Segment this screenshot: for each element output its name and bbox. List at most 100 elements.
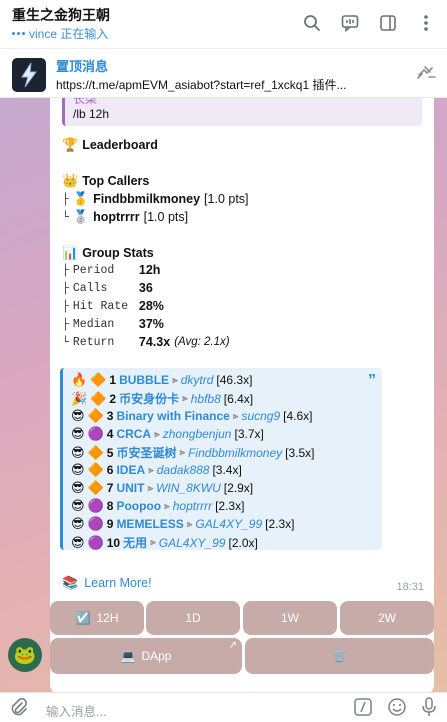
stat-row: ├ Hit Rate 28% [62, 299, 164, 313]
rank-emoji-icon: 🎉 [71, 390, 88, 406]
token-link[interactable]: 无用 [123, 534, 147, 551]
multiplier: [2.3x] [265, 517, 295, 531]
silver-medal-icon: 🥈 [72, 209, 90, 224]
paperclip-icon[interactable] [10, 697, 28, 722]
token-link[interactable]: UNIT [116, 481, 144, 495]
diamond-icon: 🟣 [87, 516, 104, 531]
pinned-text: https://t.me/apmEVM_asiabot?start=ref_1x… [56, 78, 347, 92]
chat-header: 重生之金狗王朝 vince 正在输入 [0, 0, 447, 48]
unpin-icon[interactable] [415, 63, 437, 86]
leaderboard-row: 😎 🔶 7 UNIT ⫸ WIN_8KWU [2.9x] [71, 480, 253, 496]
stat-row: └ Return 74.3x (Avg: 2.1x) [62, 335, 230, 349]
diamond-icon: 🔶 [90, 390, 107, 406]
diamond-icon: 🟣 [87, 534, 104, 550]
separator-icon: ⫸ [148, 464, 154, 476]
search-icon[interactable] [299, 10, 325, 36]
chat-icon[interactable] [337, 10, 363, 36]
quote-text: /lb 12h [73, 107, 110, 121]
commands-icon[interactable] [353, 697, 373, 722]
caller-username[interactable]: Findbbmilkmoney [188, 446, 282, 460]
chat-title[interactable]: 重生之金狗王朝 [12, 5, 110, 25]
period-button-2w[interactable]: 2W [340, 601, 434, 635]
caller-username[interactable]: WIN_8KWU [156, 481, 221, 495]
stat-label: Calls [72, 281, 108, 295]
rank-number: 1 [109, 373, 117, 387]
caller-username[interactable]: hbfb8 [191, 392, 221, 406]
stat-value: 12h [138, 263, 161, 277]
caller-username[interactable]: zhongbenjun [163, 427, 232, 441]
avatar[interactable]: 🐸 [8, 638, 42, 672]
token-link[interactable]: 币安身份卡 [119, 390, 179, 407]
multiplier: [2.3x] [215, 499, 245, 513]
more-icon[interactable] [413, 10, 439, 36]
sidebar-icon[interactable] [375, 10, 401, 36]
rank-emoji-icon: 😎 [71, 426, 85, 441]
leaderboard-row: 😎 🔶 3 Binary with Finance ⫸ sucng9 [4.6x] [71, 408, 313, 424]
caller-username[interactable]: dkytrd [181, 373, 214, 387]
typing-dots-icon [12, 32, 25, 35]
rank-emoji-icon: 😎 [71, 516, 85, 531]
diamond-icon: 🟣 [87, 426, 104, 441]
top-callers-heading: 👑 Top Callers [62, 173, 150, 188]
dapp-button[interactable]: 💻 DApp ↗ [50, 638, 242, 674]
leaderboard-row: 🔥 🔶 1 BUBBLE ⫸ dkytrd [46.3x] [71, 372, 252, 388]
stat-label: Hit Rate [72, 299, 129, 313]
caller-username[interactable]: GAL4XY_99 [159, 536, 226, 550]
leaderboard-row: 😎 🟣 9 MEMELESS ⫸ GAL4XY_99 [2.3x] [71, 516, 295, 532]
leaderboard-row: 😎 🔶 5 币安圣诞树 ⫸ Findbbmilkmoney [3.5x] [71, 444, 315, 461]
separator-icon: ⫸ [147, 482, 154, 494]
quote-icon: ” [368, 372, 376, 389]
leaderboard-quote-block: ” 🔥 🔶 1 BUBBLE ⫸ dkytrd [46.3x] 🎉 🔶 2 币安身份卡 ⫸ hbfb8[… [60, 368, 382, 550]
rank-number: 7 [106, 481, 114, 495]
rank-number: 5 [106, 445, 114, 460]
leaderboard-heading: 🏆 Leaderboard [62, 137, 158, 152]
emoji-icon[interactable] [387, 697, 407, 722]
multiplier: [3.7x] [234, 427, 264, 441]
rank-emoji-icon: 🔥 [71, 372, 88, 387]
stat-label: Median [72, 317, 115, 331]
token-link[interactable]: BUBBLE [119, 373, 169, 387]
multiplier: [6.4x] [223, 391, 254, 406]
period-button-1w[interactable]: 1W [243, 601, 337, 635]
token-link[interactable]: 币安圣诞树 [116, 444, 176, 461]
rank-number: 8 [106, 499, 114, 513]
books-icon: 📚 [62, 575, 79, 590]
diamond-icon: 🔶 [87, 444, 104, 460]
token-link[interactable]: CRCA [116, 427, 151, 441]
token-link[interactable]: Binary with Finance [116, 409, 229, 423]
token-link[interactable]: IDEA [116, 463, 145, 477]
leaderboard-row: 🎉 🔶 2 币安身份卡 ⫸ hbfb8 [6.4x] [71, 390, 253, 407]
typing-status: vince 正在输入 [12, 25, 108, 42]
caller-username[interactable]: dadak888 [157, 463, 210, 477]
reply-quote[interactable]: 长柒 /lb 12h [62, 98, 422, 126]
period-button-1d[interactable]: 1D [146, 601, 240, 635]
microphone-icon[interactable] [421, 697, 437, 722]
message-input[interactable]: 输入消息... [46, 701, 106, 720]
leaderboard-row: 😎 🟣 8 Poopoo ⫸ hoptrrrr [2.3x] [71, 498, 244, 514]
learn-more-link[interactable]: 📚 Learn More! [62, 575, 152, 591]
multiplier: [3.5x] [285, 445, 315, 460]
token-link[interactable]: Poopoo [116, 499, 161, 513]
gold-medal-icon: 🥇 [72, 191, 90, 206]
bolt-icon [12, 58, 46, 92]
caller-username[interactable]: sucng9 [241, 409, 280, 423]
rank-number: 4 [106, 427, 114, 441]
stat-extra: (Avg: 2.1x) [174, 336, 230, 348]
separator-icon: ⫸ [186, 518, 193, 530]
period-button-12h[interactable]: ☑️ 12H [50, 601, 144, 635]
pinned-message-bar[interactable]: 置顶消息 https://t.me/apmEVM_asiabot?start=r… [0, 48, 447, 98]
leaderboard-row: 😎 🟣 10 无用 ⫸ GAL4XY_99 [2.0x] [71, 534, 258, 551]
caller-username[interactable]: GAL4XY_99 [195, 517, 262, 531]
message-input-bar: 输入消息... [0, 692, 447, 722]
multiplier: [2.0x] [228, 535, 258, 550]
computer-icon: 💻 [120, 649, 136, 663]
group-stats-heading: 📊 Group Stats [62, 245, 154, 260]
rank-emoji-icon: 😎 [71, 498, 85, 513]
rank-emoji-icon: 😎 [71, 444, 85, 460]
separator-icon: ⫸ [150, 537, 156, 548]
caller-username[interactable]: hoptrrrr [173, 499, 212, 513]
multiplier: [4.6x] [283, 409, 313, 423]
rank-emoji-icon: 😎 [71, 408, 85, 423]
token-link[interactable]: MEMELESS [116, 517, 183, 531]
delete-button[interactable]: 🗑️ [245, 638, 434, 674]
